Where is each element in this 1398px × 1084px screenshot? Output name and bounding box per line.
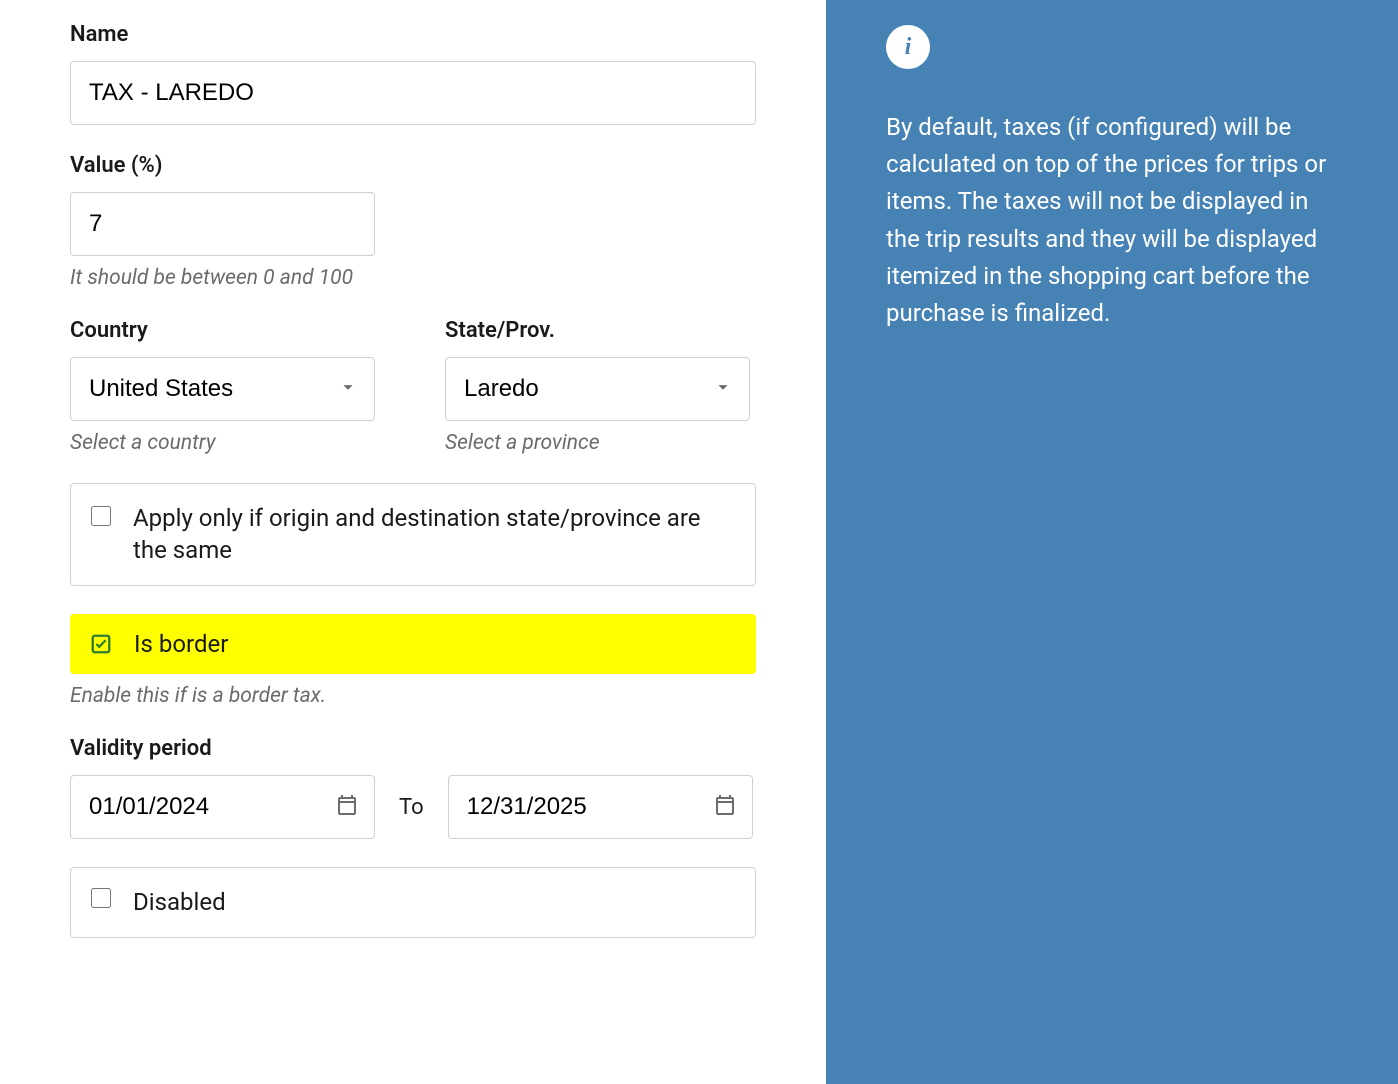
validity-label: Validity period	[70, 736, 756, 761]
validity-to-input[interactable]	[448, 775, 753, 839]
is-border-help: Enable this if is a border tax.	[70, 684, 756, 708]
value-input[interactable]	[70, 192, 375, 256]
country-label: Country	[70, 318, 375, 343]
disabled-group: Disabled	[70, 867, 756, 937]
apply-same-checkbox[interactable]	[91, 506, 111, 526]
name-label: Name	[70, 22, 756, 47]
location-row: Country Select a country State/Prov.	[70, 318, 756, 455]
is-border-checkbox-box[interactable]: Is border	[70, 614, 756, 674]
name-input[interactable]	[70, 61, 756, 125]
validity-from-input[interactable]	[70, 775, 375, 839]
is-border-label: Is border	[134, 628, 228, 660]
state-help: Select a province	[445, 431, 750, 455]
is-border-group: Is border Enable this if is a border tax…	[70, 614, 756, 708]
apply-same-group: Apply only if origin and destination sta…	[70, 483, 756, 586]
checkmark-icon	[90, 633, 112, 655]
to-label: To	[399, 795, 424, 820]
sidebar-info-text: By default, taxes (if configured) will b…	[886, 109, 1338, 332]
disabled-checkbox-box[interactable]: Disabled	[70, 867, 756, 937]
info-icon: i	[886, 25, 930, 69]
state-group: State/Prov. Select a province	[445, 318, 750, 455]
country-help: Select a country	[70, 431, 375, 455]
name-group: Name	[70, 22, 756, 125]
value-help: It should be between 0 and 100	[70, 266, 756, 290]
main-form: Name Value (%) It should be between 0 an…	[0, 0, 826, 1084]
disabled-label: Disabled	[133, 886, 226, 918]
country-select[interactable]	[70, 357, 375, 421]
value-label: Value (%)	[70, 153, 756, 178]
apply-same-checkbox-box[interactable]: Apply only if origin and destination sta…	[70, 483, 756, 586]
state-select[interactable]	[445, 357, 750, 421]
info-sidebar: i By default, taxes (if configured) will…	[826, 0, 1398, 1084]
value-group: Value (%) It should be between 0 and 100	[70, 153, 756, 290]
validity-group: Validity period To	[70, 736, 756, 839]
disabled-checkbox[interactable]	[91, 888, 111, 908]
state-label: State/Prov.	[445, 318, 750, 343]
country-group: Country Select a country	[70, 318, 375, 455]
apply-same-label: Apply only if origin and destination sta…	[133, 502, 735, 567]
